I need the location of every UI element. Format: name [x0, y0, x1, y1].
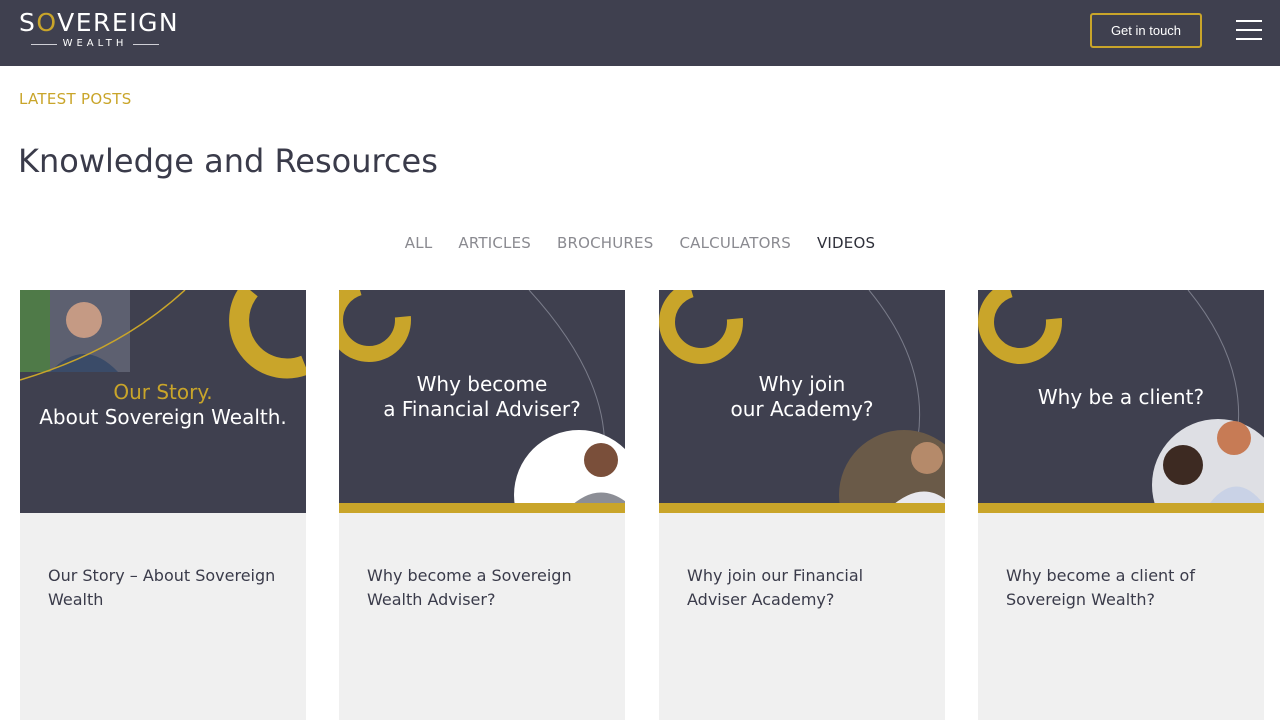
- filter-calculators[interactable]: CALCULATORS: [679, 234, 790, 252]
- video-card[interactable]: Why become a Financial Adviser? Why beco…: [339, 290, 625, 720]
- thumbnail-caption-line-2: About Sovereign Wealth.: [39, 405, 287, 429]
- page-title: Knowledge and Resources: [18, 142, 438, 180]
- thumbnail-caption: Our Story. About Sovereign Wealth.: [20, 380, 306, 430]
- filter-brochures[interactable]: BROCHURES: [557, 234, 653, 252]
- video-thumbnail[interactable]: Our Story. About Sovereign Wealth.: [20, 290, 306, 513]
- get-in-touch-button[interactable]: Get in touch: [1090, 13, 1202, 48]
- filter-videos[interactable]: VIDEOS: [817, 234, 875, 252]
- thumbnail-caption: Why be a client?: [978, 385, 1264, 410]
- thumbnail-caption: Why become a Financial Adviser?: [339, 372, 625, 422]
- card-title[interactable]: Why join our Financial Adviser Academy?: [687, 564, 927, 612]
- category-filters: ALL ARTICLES BROCHURES CALCULATORS VIDEO…: [0, 234, 1280, 252]
- thumbnail-caption-line-2: our Academy?: [730, 397, 874, 421]
- sovereign-wealth-logo[interactable]: SOVEREIGN WEALTH: [19, 9, 179, 53]
- thumbnail-caption-line-1: Why be a client?: [1037, 385, 1205, 409]
- logo-subline: WEALTH: [27, 38, 163, 50]
- logo-rule-right: [133, 43, 160, 45]
- site-header: SOVEREIGN WEALTH Get in touch: [0, 0, 1280, 66]
- logo-sub-text: WEALTH: [62, 38, 128, 49]
- card-title[interactable]: Why become a client of Sovereign Wealth?: [1006, 564, 1246, 612]
- video-card[interactable]: Why be a client? Why become a client of …: [978, 290, 1264, 720]
- card-title[interactable]: Our Story – About Sovereign Wealth: [48, 564, 288, 612]
- video-thumbnail[interactable]: Why become a Financial Adviser?: [339, 290, 625, 513]
- video-thumbnail[interactable]: Why join our Academy?: [659, 290, 945, 513]
- video-card[interactable]: Our Story. About Sovereign Wealth. Our S…: [20, 290, 306, 720]
- card-title[interactable]: Why become a Sovereign Wealth Adviser?: [367, 564, 607, 612]
- section-eyebrow: LATEST POSTS: [19, 90, 132, 108]
- hamburger-menu-icon[interactable]: [1236, 20, 1262, 40]
- logo-rule-left: [30, 43, 57, 45]
- video-card[interactable]: Why join our Academy? Why join our Finan…: [659, 290, 945, 720]
- thumbnail-caption-line-1: Why become: [416, 372, 548, 396]
- filter-all[interactable]: ALL: [405, 234, 433, 252]
- video-thumbnail[interactable]: Why be a client?: [978, 290, 1264, 513]
- thumbnail-caption: Why join our Academy?: [659, 372, 945, 422]
- thumbnail-caption-line-1: Why join: [758, 372, 846, 396]
- logo-wordmark: SOVEREIGN: [19, 8, 180, 37]
- thumbnail-caption-line-1: Our Story.: [113, 380, 213, 404]
- thumbnail-caption-line-2: a Financial Adviser?: [383, 397, 581, 421]
- filter-articles[interactable]: ARTICLES: [458, 234, 531, 252]
